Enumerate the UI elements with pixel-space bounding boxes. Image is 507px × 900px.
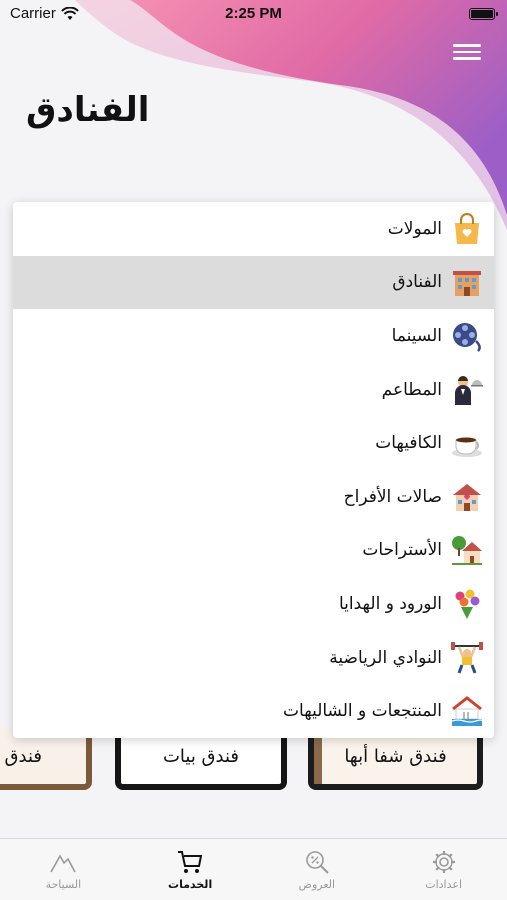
discount-search-icon <box>306 851 329 874</box>
resort-pool-icon <box>450 694 484 728</box>
category-dropdown: المولات الفنادق السينما المطاعم الكافيها… <box>13 202 494 738</box>
tab-services[interactable]: الخدمات <box>127 839 254 900</box>
tab-label: اعدادات <box>425 878 462 891</box>
tab-offers[interactable]: العروض <box>254 839 381 900</box>
wedding-hall-icon <box>450 480 484 514</box>
shopping-bag-icon <box>450 212 484 246</box>
menu-item-malls[interactable]: المولات <box>13 202 494 256</box>
status-bar: Carrier 2:25 PM <box>0 0 507 28</box>
menu-item-cafes[interactable]: الكافيهات <box>13 416 494 470</box>
film-reel-icon <box>450 319 484 353</box>
menu-item-label: الأستراحات <box>362 540 442 561</box>
menu-hamburger-icon[interactable] <box>453 44 481 62</box>
weightlifter-icon <box>450 641 484 675</box>
menu-item-label: النوادي الرياضية <box>329 647 442 668</box>
status-time: 2:25 PM <box>225 5 282 22</box>
menu-item-sports-clubs[interactable]: النوادي الرياضية <box>13 631 494 685</box>
menu-item-hotels[interactable]: الفنادق <box>13 255 494 310</box>
menu-item-resorts-chalets[interactable]: المنتجعات و الشاليهات <box>13 684 494 738</box>
waiter-icon <box>450 373 484 407</box>
menu-item-label: السينما <box>391 325 442 346</box>
menu-item-label: الفنادق <box>392 272 442 293</box>
tab-settings[interactable]: اعدادات <box>380 839 507 900</box>
hotel-name: فندق شفا أبها <box>344 745 447 767</box>
tab-label: السياحة <box>45 878 82 891</box>
hotel-icon <box>450 265 484 299</box>
tab-bar: السياحة الخدمات العروض اعدادات <box>0 838 507 900</box>
cart-icon <box>178 851 203 873</box>
hotel-name: فندق بيات <box>162 745 240 767</box>
mountain-icon <box>50 854 77 873</box>
battery-icon <box>469 8 498 20</box>
menu-item-label: صالات الأفراح <box>343 486 442 507</box>
hotel-name: فندق <box>4 745 42 767</box>
menu-item-label: المنتجعات و الشاليهات <box>283 701 442 722</box>
flower-bouquet-icon <box>450 587 484 621</box>
menu-item-restaurants[interactable]: المطاعم <box>13 363 494 417</box>
menu-item-wedding-halls[interactable]: صالات الأفراح <box>13 470 494 524</box>
coffee-cup-icon <box>450 426 484 460</box>
tab-tourism[interactable]: السياحة <box>0 839 127 900</box>
menu-item-cinema[interactable]: السينما <box>13 309 494 363</box>
menu-item-label: المطاعم <box>381 379 442 400</box>
tab-label: العروض <box>298 878 336 891</box>
menu-item-label: المولات <box>387 218 442 239</box>
gear-icon <box>432 851 455 873</box>
menu-item-rest-houses[interactable]: الأستراحات <box>13 524 494 578</box>
menu-item-label: الورود و الهدايا <box>339 593 442 614</box>
menu-item-flowers-gifts[interactable]: الورود و الهدايا <box>13 577 494 631</box>
page-title: الفنادق <box>26 90 150 130</box>
rest-house-icon <box>450 533 484 567</box>
menu-item-label: الكافيهات <box>375 433 442 454</box>
tab-label: الخدمات <box>168 878 213 891</box>
